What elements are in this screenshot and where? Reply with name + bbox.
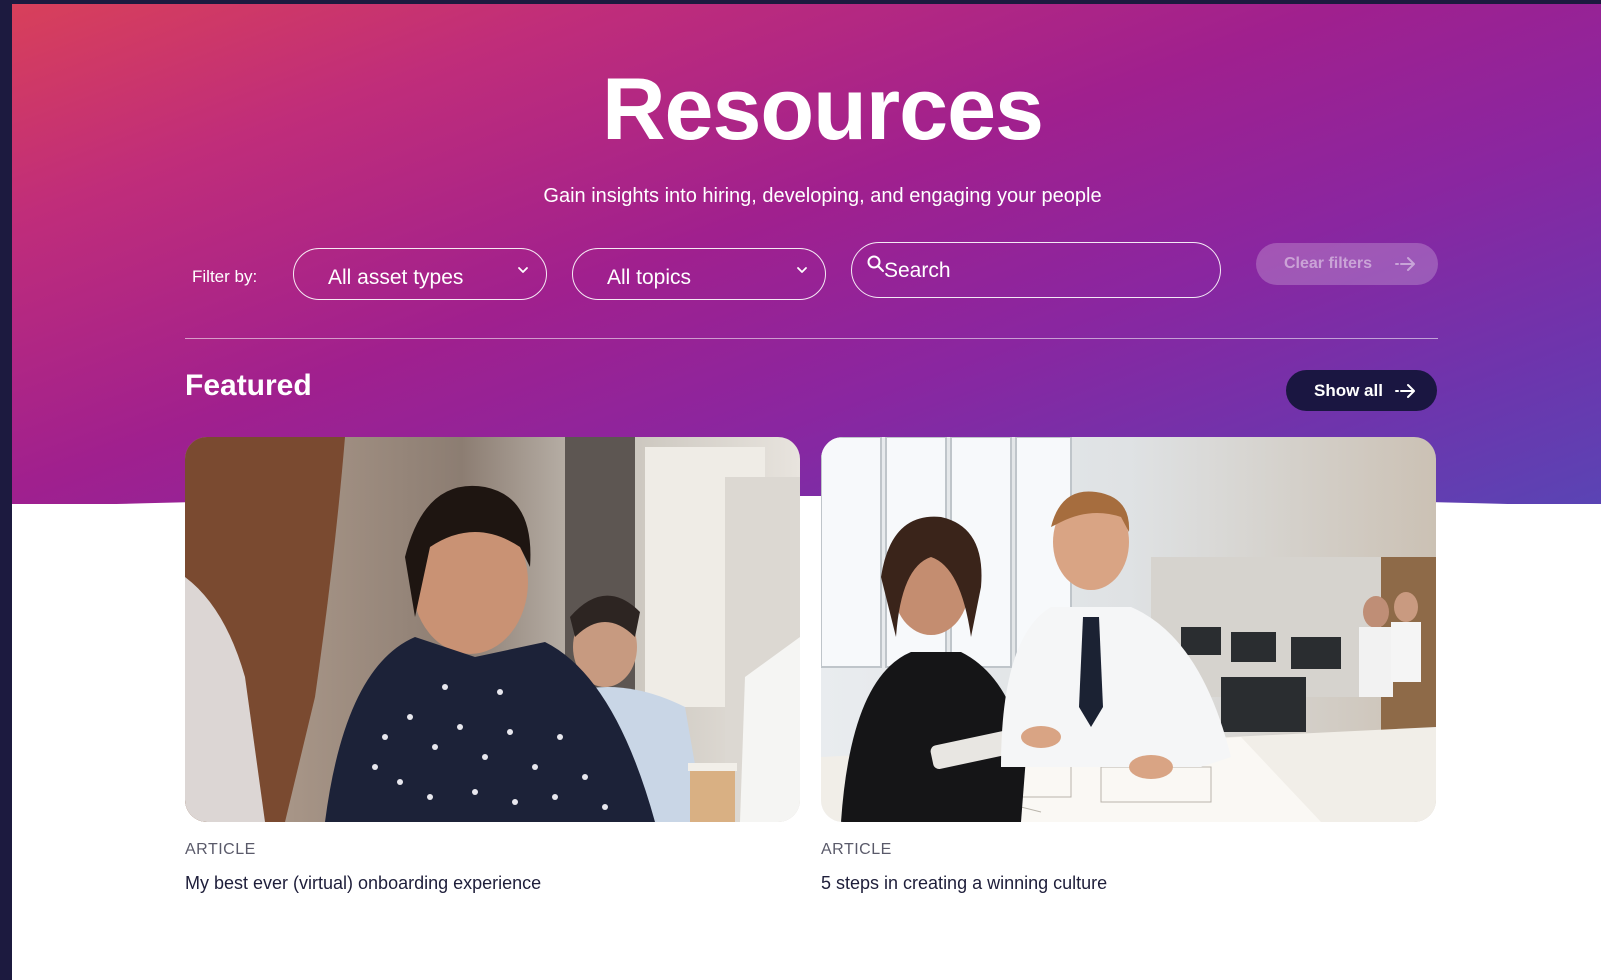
chevron-down-icon bbox=[518, 267, 528, 273]
card-type-label: ARTICLE bbox=[821, 841, 892, 858]
clear-filters-button[interactable]: Clear filters bbox=[1256, 243, 1438, 285]
show-all-label: Show all bbox=[1314, 381, 1383, 400]
featured-heading: Featured bbox=[185, 369, 312, 402]
card-title-link[interactable]: 5 steps in creating a winning culture bbox=[821, 871, 1107, 895]
page-title: Resources bbox=[601, 59, 1044, 158]
colleagues-reviewing-plans-photo[interactable] bbox=[821, 437, 1436, 822]
window-frame-left bbox=[0, 0, 12, 980]
arrow-right-icon bbox=[1395, 384, 1415, 398]
resources-page: Resources Gain insights into hiring, dev… bbox=[12, 4, 1601, 980]
asset-type-dropdown[interactable]: All asset types bbox=[293, 248, 547, 300]
topic-selected: All topics bbox=[607, 266, 692, 289]
asset-type-selected: All asset types bbox=[328, 266, 464, 289]
card-type-label: ARTICLE bbox=[185, 841, 256, 858]
show-all-button[interactable]: Show all bbox=[1286, 370, 1437, 411]
page-subtitle: Gain insights into hiring, developing, a… bbox=[543, 185, 1102, 207]
filter-label: Filter by: bbox=[192, 267, 258, 286]
search-field[interactable] bbox=[851, 242, 1221, 298]
arrow-right-icon bbox=[1395, 257, 1415, 271]
search-input[interactable] bbox=[882, 253, 1206, 289]
chevron-down-icon bbox=[797, 267, 807, 273]
clear-filters-label: Clear filters bbox=[1284, 255, 1373, 272]
featured-card-onboarding[interactable]: ARTICLE My best ever (virtual) onboardin… bbox=[185, 437, 800, 893]
featured-card-culture[interactable]: ARTICLE 5 steps in creating a winning cu… bbox=[821, 437, 1436, 893]
card-title-link[interactable]: My best ever (virtual) onboarding experi… bbox=[185, 871, 541, 895]
topic-dropdown[interactable]: All topics bbox=[572, 248, 826, 300]
section-divider bbox=[185, 338, 1438, 339]
office-women-smiling-photo[interactable] bbox=[185, 437, 800, 822]
